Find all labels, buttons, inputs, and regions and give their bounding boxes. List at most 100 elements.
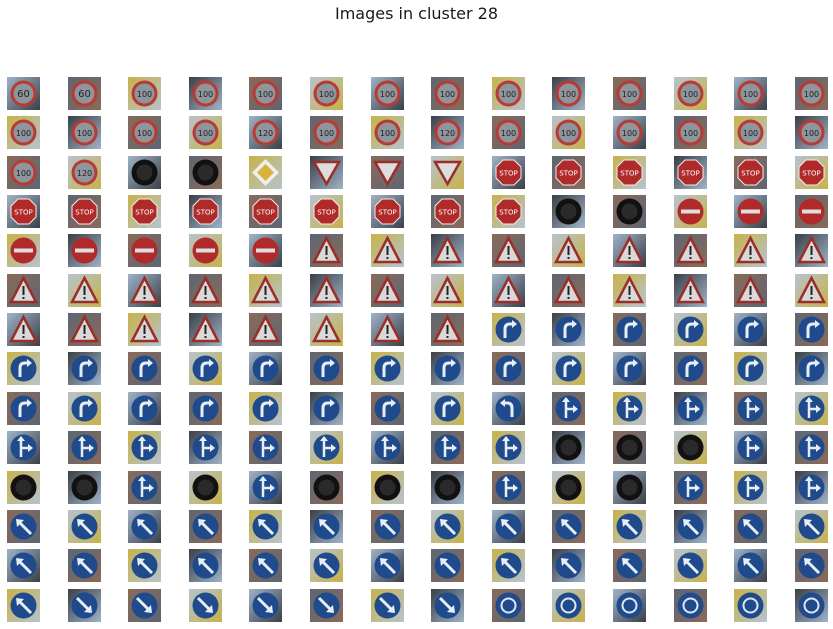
sign-thumbnail-warning: [734, 274, 767, 307]
sign-thumbnail-speed: 100: [734, 116, 767, 149]
sign-thumbnail-yield: [310, 156, 343, 189]
sign-thumbnail-keep-left: [734, 549, 767, 582]
sign-thumbnail-speed: 60: [7, 77, 40, 110]
svg-text:100: 100: [440, 90, 455, 99]
sign-thumbnail-speed: 100: [189, 77, 222, 110]
sign-thumbnail-stop: STOP: [613, 156, 646, 189]
sign-thumbnail-keep-left: [552, 510, 585, 543]
sign-thumbnail-keep-left: [128, 510, 161, 543]
sign-thumbnail-roundabout: [552, 589, 585, 622]
sign-thumbnail-straight-right: [249, 431, 282, 464]
sign-thumbnail-speed: 100: [371, 77, 404, 110]
sign-thumbnail-dark-round: [431, 471, 464, 504]
svg-text:STOP: STOP: [499, 170, 517, 178]
sign-thumbnail-keep-left: [249, 510, 282, 543]
sign-thumbnail-keep-left: [189, 549, 222, 582]
sign-thumbnail-turn-right: [371, 392, 404, 425]
sign-thumbnail-straight-right: [431, 431, 464, 464]
sign-thumbnail-turn-right: [795, 313, 828, 346]
sign-thumbnail-warning: [431, 313, 464, 346]
sign-thumbnail-turn-right: [431, 352, 464, 385]
sign-thumbnail-warning: [128, 313, 161, 346]
sign-thumbnail-no-entry: [68, 234, 101, 267]
sign-thumbnail-straight-right: [310, 431, 343, 464]
sign-thumbnail-stop: STOP: [310, 195, 343, 228]
svg-text:STOP: STOP: [75, 209, 93, 217]
svg-text:STOP: STOP: [802, 170, 820, 178]
sign-thumbnail-yield: [371, 156, 404, 189]
sign-thumbnail-warning: [734, 234, 767, 267]
sign-thumbnail-no-entry: [734, 195, 767, 228]
sign-thumbnail-speed: 60: [68, 77, 101, 110]
sign-thumbnail-straight-right: [552, 392, 585, 425]
sign-thumbnail-keep-left: [431, 510, 464, 543]
sign-thumbnail-keep-left: [734, 510, 767, 543]
sign-thumbnail-warning: [128, 274, 161, 307]
sign-thumbnail-keep-left: [7, 510, 40, 543]
sign-thumbnail-keep-left: [613, 510, 646, 543]
sign-thumbnail-speed: 100: [310, 77, 343, 110]
sign-thumbnail-dark-round: [613, 471, 646, 504]
sign-thumbnail-warning: [795, 274, 828, 307]
sign-thumbnail-straight-right: [68, 431, 101, 464]
sign-thumbnail-warning: [371, 234, 404, 267]
sign-thumbnail-speed: 120: [249, 116, 282, 149]
sign-thumbnail-warning: [613, 234, 646, 267]
sign-thumbnail-keep-left: [552, 549, 585, 582]
sign-thumbnail-straight-right: [371, 431, 404, 464]
svg-text:100: 100: [319, 90, 334, 99]
sign-thumbnail-keep-left: [371, 510, 404, 543]
sign-thumbnail-turn-right: [552, 313, 585, 346]
sign-thumbnail-dark-round: [674, 431, 707, 464]
svg-text:100: 100: [683, 129, 698, 138]
sign-thumbnail-keep-right: [249, 589, 282, 622]
sign-thumbnail-warning: [371, 274, 404, 307]
sign-thumbnail-turn-right: [310, 352, 343, 385]
figure-title: Images in cluster 28: [334, 4, 499, 23]
sign-thumbnail-dark-round: [189, 471, 222, 504]
sign-thumbnail-dark-round: [7, 471, 40, 504]
sign-thumbnail-turn-right: [613, 352, 646, 385]
sign-thumbnail-dark-round: [552, 431, 585, 464]
sign-thumbnail-straight-right: [734, 392, 767, 425]
svg-text:100: 100: [319, 129, 334, 138]
sign-thumbnail-turn-right: [189, 352, 222, 385]
svg-text:100: 100: [198, 129, 213, 138]
sign-thumbnail-turn-right: [431, 392, 464, 425]
sign-thumbnail-dark-round: [613, 195, 646, 228]
sign-thumbnail-keep-left: [431, 549, 464, 582]
sign-thumbnail-warning: [431, 234, 464, 267]
sign-thumbnail-speed: 100: [795, 116, 828, 149]
sign-thumbnail-keep-left: [492, 510, 525, 543]
sign-thumbnail-keep-left: [310, 549, 343, 582]
sign-thumbnail-warning: [68, 274, 101, 307]
sign-thumbnail-turn-right: [674, 313, 707, 346]
sign-thumbnail-keep-left: [674, 510, 707, 543]
sign-thumbnail-dark-round: [189, 156, 222, 189]
sign-thumbnail-warning: [552, 234, 585, 267]
sign-thumbnail-turn-right: [734, 313, 767, 346]
svg-text:STOP: STOP: [256, 209, 274, 217]
sign-thumbnail-speed: 100: [371, 116, 404, 149]
sign-thumbnail-stop: STOP: [492, 156, 525, 189]
sign-thumbnail-speed: 100: [734, 77, 767, 110]
svg-text:100: 100: [683, 90, 698, 99]
sign-thumbnail-dark-round: [371, 471, 404, 504]
sign-thumbnail-keep-left: [371, 549, 404, 582]
svg-text:STOP: STOP: [438, 209, 456, 217]
sign-thumbnail-speed: 100: [674, 77, 707, 110]
sign-thumbnail-turn-right: [189, 392, 222, 425]
sign-thumbnail-keep-left: [249, 549, 282, 582]
sign-thumbnail-speed: 100: [674, 116, 707, 149]
svg-text:100: 100: [198, 90, 213, 99]
sign-thumbnail-keep-right: [189, 589, 222, 622]
sign-thumbnail-turn-right: [7, 392, 40, 425]
svg-text:100: 100: [16, 129, 31, 138]
svg-text:100: 100: [137, 90, 152, 99]
sign-thumbnail-warning: [431, 274, 464, 307]
sign-thumbnail-stop: STOP: [734, 156, 767, 189]
svg-text:60: 60: [78, 89, 91, 100]
sign-thumbnail-warning: [552, 274, 585, 307]
sign-thumbnail-straight-right: [189, 431, 222, 464]
sign-thumbnail-turn-right: [795, 352, 828, 385]
